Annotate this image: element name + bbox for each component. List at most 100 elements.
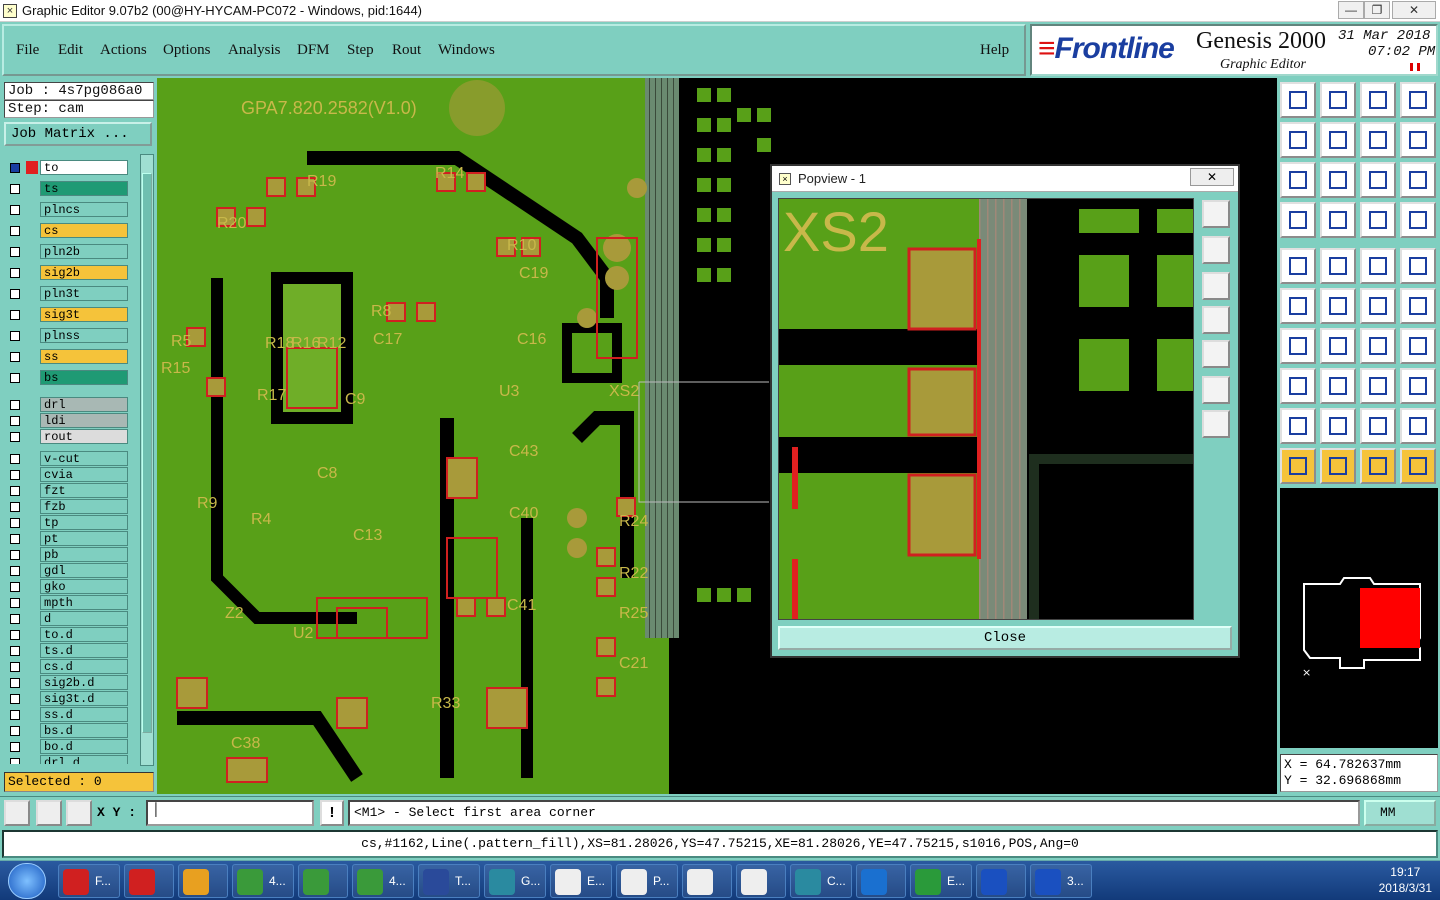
start-button[interactable]	[8, 863, 46, 899]
resize-icon[interactable]	[1360, 368, 1396, 404]
pointer2-icon[interactable]	[1320, 448, 1356, 484]
layer-checkbox[interactable]	[10, 550, 20, 560]
layer-row-sig2b[interactable]: sig2b	[6, 265, 128, 280]
layer-checkbox[interactable]	[10, 184, 20, 194]
taskbar-item[interactable]	[856, 864, 906, 898]
pointer4-icon[interactable]	[1400, 448, 1436, 484]
pan-right[interactable]	[1320, 122, 1356, 158]
circle-icon[interactable]	[1400, 248, 1436, 284]
layer-red-icon[interactable]	[1360, 202, 1396, 238]
probe-icon[interactable]	[1320, 202, 1356, 238]
popview-close-button[interactable]: Close	[778, 626, 1232, 650]
taskbar-item[interactable]	[298, 864, 348, 898]
layer-checkbox[interactable]	[10, 226, 20, 236]
layer-scrollbar[interactable]	[140, 154, 154, 766]
layer-checkbox[interactable]	[10, 582, 20, 592]
job-matrix-button[interactable]: Job Matrix ...	[4, 122, 152, 146]
layer-checkbox[interactable]	[10, 614, 20, 624]
popview-pan-right-icon[interactable]	[1202, 340, 1230, 368]
layer-row-to[interactable]: to	[6, 160, 128, 175]
zoom-icon[interactable]	[1320, 162, 1356, 198]
layer-label[interactable]: sig2b.d	[40, 675, 128, 690]
popview-zoom-in-icon[interactable]	[1202, 376, 1230, 404]
layer-row-ss[interactable]: ss	[6, 349, 128, 364]
taskbar-item[interactable]	[124, 864, 174, 898]
layer-label[interactable]: cs.d	[40, 659, 128, 674]
layer-checkbox[interactable]	[10, 662, 20, 672]
minimize-button[interactable]: —	[1338, 1, 1364, 19]
menu-dfm[interactable]: DFM	[297, 42, 330, 59]
layer-checkbox[interactable]	[10, 630, 20, 640]
measure-icon[interactable]	[36, 800, 62, 826]
layer-row-sig2b.d[interactable]: sig2b.d	[6, 675, 128, 690]
select-red-icon[interactable]	[1360, 288, 1396, 324]
redo-zoom[interactable]	[1400, 122, 1436, 158]
cross-icon[interactable]	[1320, 288, 1356, 324]
layer-label[interactable]: ts.d	[40, 643, 128, 658]
layer-row-mpth[interactable]: mpth	[6, 595, 128, 610]
layer-checkbox[interactable]	[10, 432, 20, 442]
alert-button[interactable]: !	[320, 800, 344, 826]
layer-checkbox[interactable]	[10, 598, 20, 608]
layer-row-ss.d[interactable]: ss.d	[6, 707, 128, 722]
taskbar-item[interactable]: G...	[484, 864, 546, 898]
drill-icon[interactable]	[1280, 202, 1316, 238]
layer-row-pt[interactable]: pt	[6, 531, 128, 546]
layer-checkbox[interactable]	[10, 742, 20, 752]
triangle-icon[interactable]	[1280, 408, 1316, 444]
layer-row-to.d[interactable]: to.d	[6, 627, 128, 642]
layer-label[interactable]: plnss	[40, 328, 128, 343]
layer-checkbox[interactable]	[10, 247, 20, 257]
pointer3-icon[interactable]	[1360, 448, 1396, 484]
layer-label[interactable]: cvia	[40, 467, 128, 482]
layer-label[interactable]: ss	[40, 349, 128, 364]
layer-row-sig3t.d[interactable]: sig3t.d	[6, 691, 128, 706]
undo-zoom[interactable]	[1360, 122, 1396, 158]
menu-rout[interactable]: Rout	[392, 42, 421, 59]
popview-close-x[interactable]: ✕	[1190, 168, 1234, 186]
zoom-fit[interactable]	[1320, 82, 1356, 118]
window-icon[interactable]	[1400, 82, 1436, 118]
layer-checkbox[interactable]	[10, 566, 20, 576]
layer-row-rout[interactable]: rout	[6, 429, 128, 444]
layer-checkbox[interactable]	[10, 646, 20, 656]
copy-icon[interactable]	[1400, 368, 1436, 404]
layer-label[interactable]: pb	[40, 547, 128, 562]
layer-row-cvia[interactable]: cvia	[6, 467, 128, 482]
home-icon[interactable]	[1360, 82, 1396, 118]
help-icon[interactable]	[1400, 162, 1436, 198]
layer-checkbox[interactable]	[10, 502, 20, 512]
layer-label[interactable]: ts	[40, 181, 128, 196]
layer-row-d[interactable]: d	[6, 611, 128, 626]
layer-label[interactable]: sig2b	[40, 265, 128, 280]
layer-label[interactable]: drl.d	[40, 755, 128, 764]
layer-checkbox[interactable]	[10, 268, 20, 278]
layer-color-swatch[interactable]	[26, 161, 38, 174]
snap-icon[interactable]	[4, 800, 30, 826]
layer-row-ldi[interactable]: ldi	[6, 413, 128, 428]
layer-label[interactable]: ss.d	[40, 707, 128, 722]
taskbar-item[interactable]: 4...	[232, 864, 294, 898]
taskbar-item[interactable]	[178, 864, 228, 898]
layer-label[interactable]: ldi	[40, 413, 128, 428]
layer-label[interactable]: sig3t.d	[40, 691, 128, 706]
popview-zoom-out-icon[interactable]	[1202, 410, 1230, 438]
layer-label[interactable]: pln2b	[40, 244, 128, 259]
popview-pan-left-icon[interactable]	[1202, 306, 1230, 334]
ruler-icon[interactable]	[1360, 248, 1396, 284]
layer-label[interactable]: pln3t	[40, 286, 128, 301]
layer-row-tp[interactable]: tp	[6, 515, 128, 530]
units-select[interactable]: MM	[1364, 800, 1436, 826]
layer-checkbox[interactable]	[10, 205, 20, 215]
taskbar-item[interactable]: 3...	[1030, 864, 1092, 898]
fit-icon[interactable]	[1280, 162, 1316, 198]
layer-label[interactable]: to.d	[40, 627, 128, 642]
layer-checkbox[interactable]	[10, 310, 20, 320]
layer-checkbox[interactable]	[10, 352, 20, 362]
layer-label[interactable]: d	[40, 611, 128, 626]
layer-row-v-cut[interactable]: v-cut	[6, 451, 128, 466]
layer-checkbox[interactable]	[10, 534, 20, 544]
popview-zoom-window-icon[interactable]	[1202, 200, 1230, 228]
layer-row-bs.d[interactable]: bs.d	[6, 723, 128, 738]
layer-row-bo.d[interactable]: bo.d	[6, 739, 128, 754]
